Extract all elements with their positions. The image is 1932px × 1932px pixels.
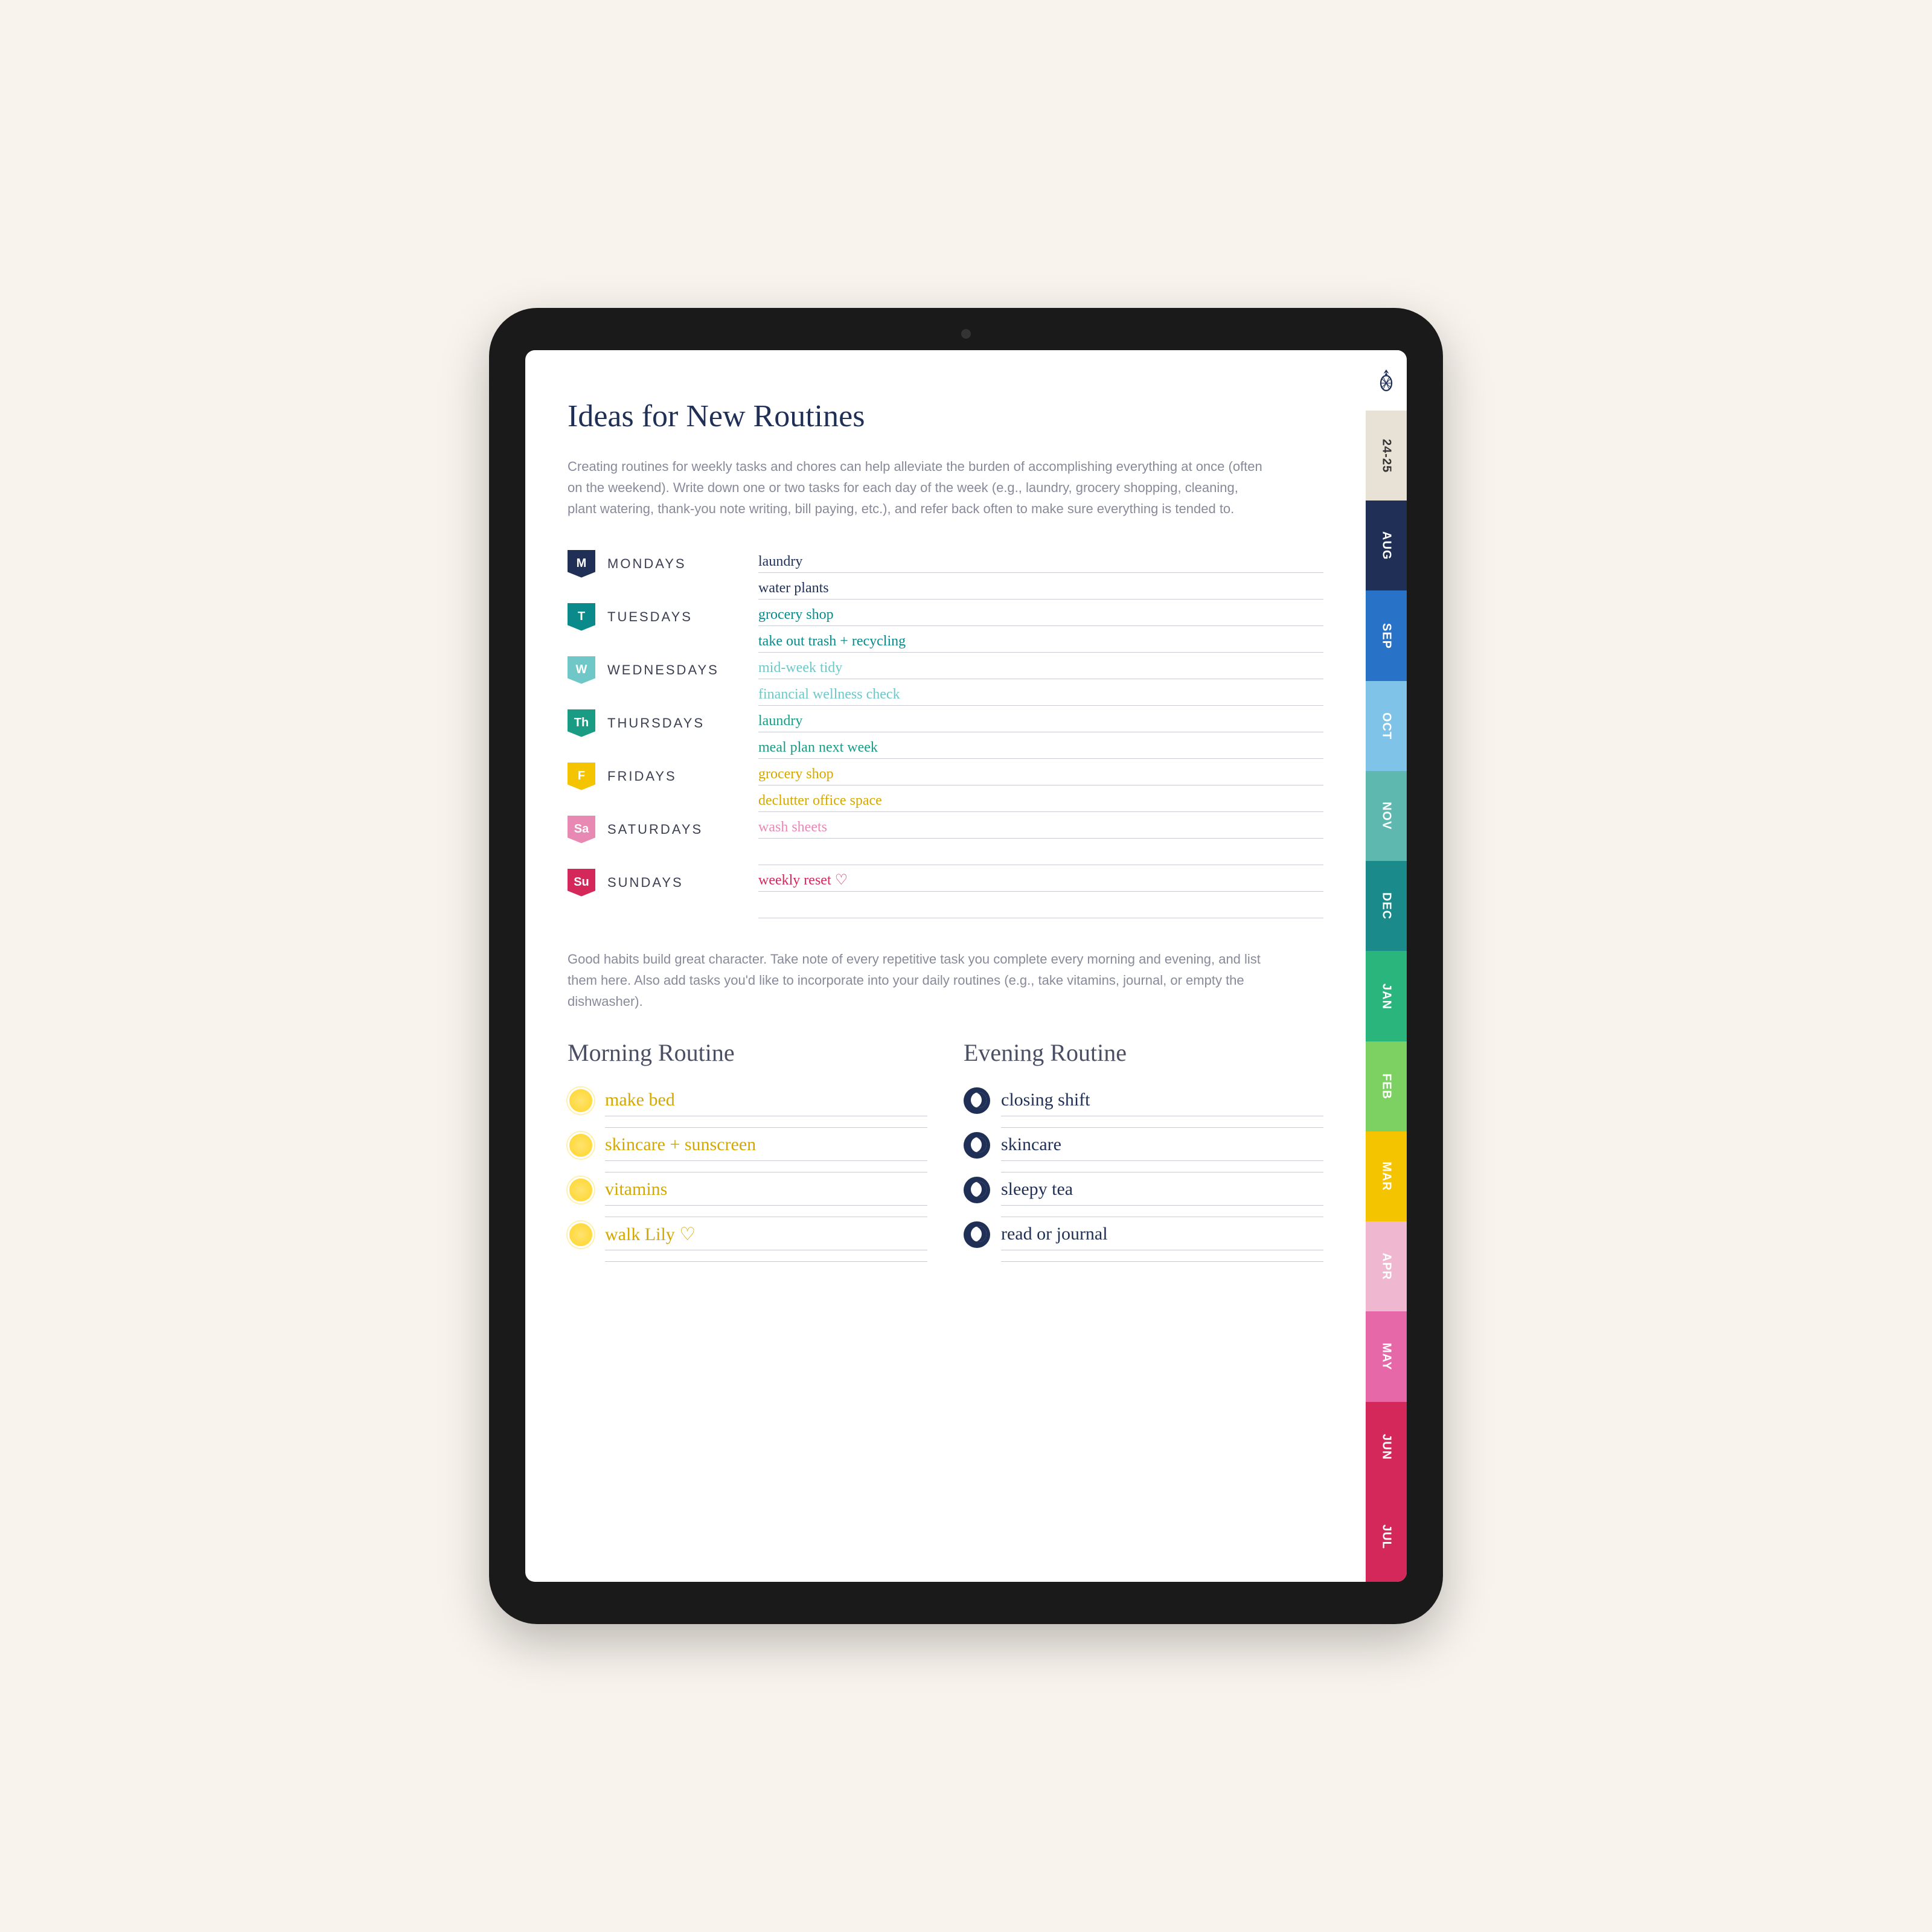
moon-icon [964, 1087, 990, 1114]
day-label: WEDNESDAYS [607, 653, 746, 678]
page-content[interactable]: Ideas for New Routines Creating routines… [525, 350, 1366, 1582]
routine-text: read or journal [1001, 1219, 1323, 1244]
morning-routine-column: Morning Routine make bed skincare + sunsc… [568, 1038, 927, 1264]
routines-columns: Morning Routine make bed skincare + sunsc… [568, 1038, 1323, 1264]
intro-text: Creating routines for weekly tasks and c… [568, 456, 1268, 520]
sun-icon [568, 1177, 594, 1203]
day-note-line[interactable]: financial wellness check [758, 679, 1323, 706]
day-note-line[interactable]: grocery shop [758, 600, 1323, 626]
day-note-line[interactable]: take out trash + recycling [758, 626, 1323, 653]
day-note-line[interactable]: declutter office space [758, 785, 1323, 812]
month-tabs: 24-25AUGSEPOCTNOVDECJANFEBMARAPRMAYJUNJU… [1366, 350, 1407, 1582]
habits-text: Good habits build great character. Take … [568, 948, 1268, 1012]
month-tab-24-25[interactable]: 24-25 [1366, 411, 1407, 501]
day-row: F FRIDAYS grocery shopdeclutter office spa… [568, 759, 1323, 812]
month-tab-jun[interactable]: JUN [1366, 1402, 1407, 1492]
month-tab-may[interactable]: MAY [1366, 1311, 1407, 1401]
day-label: SATURDAYS [607, 812, 746, 837]
month-tab-jul[interactable]: JUL [1366, 1492, 1407, 1582]
day-note-line[interactable]: mid-week tidy [758, 653, 1323, 679]
moon-icon [964, 1177, 990, 1203]
routine-text: closing shift [1001, 1085, 1323, 1110]
day-row: M MONDAYS laundrywater plants [568, 546, 1323, 600]
day-label: MONDAYS [607, 546, 746, 572]
moon-icon [964, 1221, 990, 1248]
day-tag: Th [568, 709, 595, 737]
day-note-line[interactable] [758, 892, 1323, 918]
page-title: Ideas for New Routines [568, 398, 1323, 434]
routine-text: make bed [605, 1085, 927, 1110]
day-note-line[interactable]: laundry [758, 706, 1323, 732]
day-notes[interactable]: laundrymeal plan next week [758, 706, 1323, 759]
evening-title: Evening Routine [964, 1038, 1323, 1067]
day-note-line[interactable]: water plants [758, 573, 1323, 600]
evening-routine-item[interactable]: closing shift [964, 1085, 1323, 1116]
day-tag: Su [568, 869, 595, 897]
day-note-line[interactable]: meal plan next week [758, 732, 1323, 759]
day-row: W WEDNESDAYS mid-week tidyfinancial wellne… [568, 653, 1323, 706]
day-notes[interactable]: wash sheets [758, 812, 1323, 865]
ipad-camera [961, 329, 971, 339]
day-tag: T [568, 603, 595, 631]
day-label: THURSDAYS [607, 706, 746, 731]
day-notes[interactable]: grocery shoptake out trash + recycling [758, 600, 1323, 653]
month-tab-oct[interactable]: OCT [1366, 681, 1407, 771]
morning-routine-item[interactable]: walk Lily ♡ [568, 1219, 927, 1250]
day-label: SUNDAYS [607, 865, 746, 891]
pineapple-icon [1378, 369, 1395, 391]
day-label: FRIDAYS [607, 759, 746, 784]
day-tag: Sa [568, 816, 595, 843]
day-row: Th THURSDAYS laundrymeal plan next week [568, 706, 1323, 759]
screen: Ideas for New Routines Creating routines… [525, 350, 1407, 1582]
day-tag: F [568, 763, 595, 790]
morning-routine-item[interactable]: vitamins [568, 1174, 927, 1206]
day-tag: W [568, 656, 595, 684]
routine-text: vitamins [605, 1174, 927, 1200]
day-row: Sa SATURDAYS wash sheets [568, 812, 1323, 865]
routine-text: sleepy tea [1001, 1174, 1323, 1200]
morning-routine-item[interactable]: skincare + sunscreen [568, 1130, 927, 1161]
moon-icon [964, 1132, 990, 1159]
month-tab-jan[interactable]: JAN [1366, 951, 1407, 1041]
day-note-line[interactable]: laundry [758, 546, 1323, 573]
logo-tab[interactable] [1366, 350, 1407, 411]
month-tab-feb[interactable]: FEB [1366, 1041, 1407, 1131]
day-row: T TUESDAYS grocery shoptake out trash + re… [568, 600, 1323, 653]
day-notes[interactable]: mid-week tidyfinancial wellness check [758, 653, 1323, 706]
morning-title: Morning Routine [568, 1038, 927, 1067]
month-tab-mar[interactable]: MAR [1366, 1131, 1407, 1221]
routine-text: skincare + sunscreen [605, 1130, 927, 1155]
day-notes[interactable]: weekly reset ♡ [758, 865, 1323, 918]
evening-routine-item[interactable]: skincare [964, 1130, 1323, 1161]
month-tab-aug[interactable]: AUG [1366, 501, 1407, 590]
evening-routine-item[interactable]: read or journal [964, 1219, 1323, 1250]
ipad-frame: Ideas for New Routines Creating routines… [489, 308, 1443, 1624]
evening-routine-column: Evening Routine closing shift skincare sle… [964, 1038, 1323, 1264]
day-label: TUESDAYS [607, 600, 746, 625]
day-note-line[interactable]: weekly reset ♡ [758, 865, 1323, 892]
weekly-routines: MMONDAYSlaundrywater plantsTTUESDAYSgroc… [568, 546, 1323, 918]
sun-icon [568, 1221, 594, 1248]
month-tab-dec[interactable]: DEC [1366, 861, 1407, 951]
evening-routine-item[interactable]: sleepy tea [964, 1174, 1323, 1206]
day-note-line[interactable]: grocery shop [758, 759, 1323, 785]
month-tab-sep[interactable]: SEP [1366, 590, 1407, 680]
routine-text: skincare [1001, 1130, 1323, 1155]
day-notes[interactable]: grocery shopdeclutter office space [758, 759, 1323, 812]
month-tab-nov[interactable]: NOV [1366, 771, 1407, 861]
day-note-line[interactable] [758, 839, 1323, 865]
day-note-line[interactable]: wash sheets [758, 812, 1323, 839]
month-tab-apr[interactable]: APR [1366, 1221, 1407, 1311]
sun-icon [568, 1132, 594, 1159]
morning-routine-item[interactable]: make bed [568, 1085, 927, 1116]
day-row: Su SUNDAYS weekly reset ♡ [568, 865, 1323, 918]
day-tag: M [568, 550, 595, 578]
day-notes[interactable]: laundrywater plants [758, 546, 1323, 600]
sun-icon [568, 1087, 594, 1114]
routine-text: walk Lily ♡ [605, 1219, 927, 1245]
